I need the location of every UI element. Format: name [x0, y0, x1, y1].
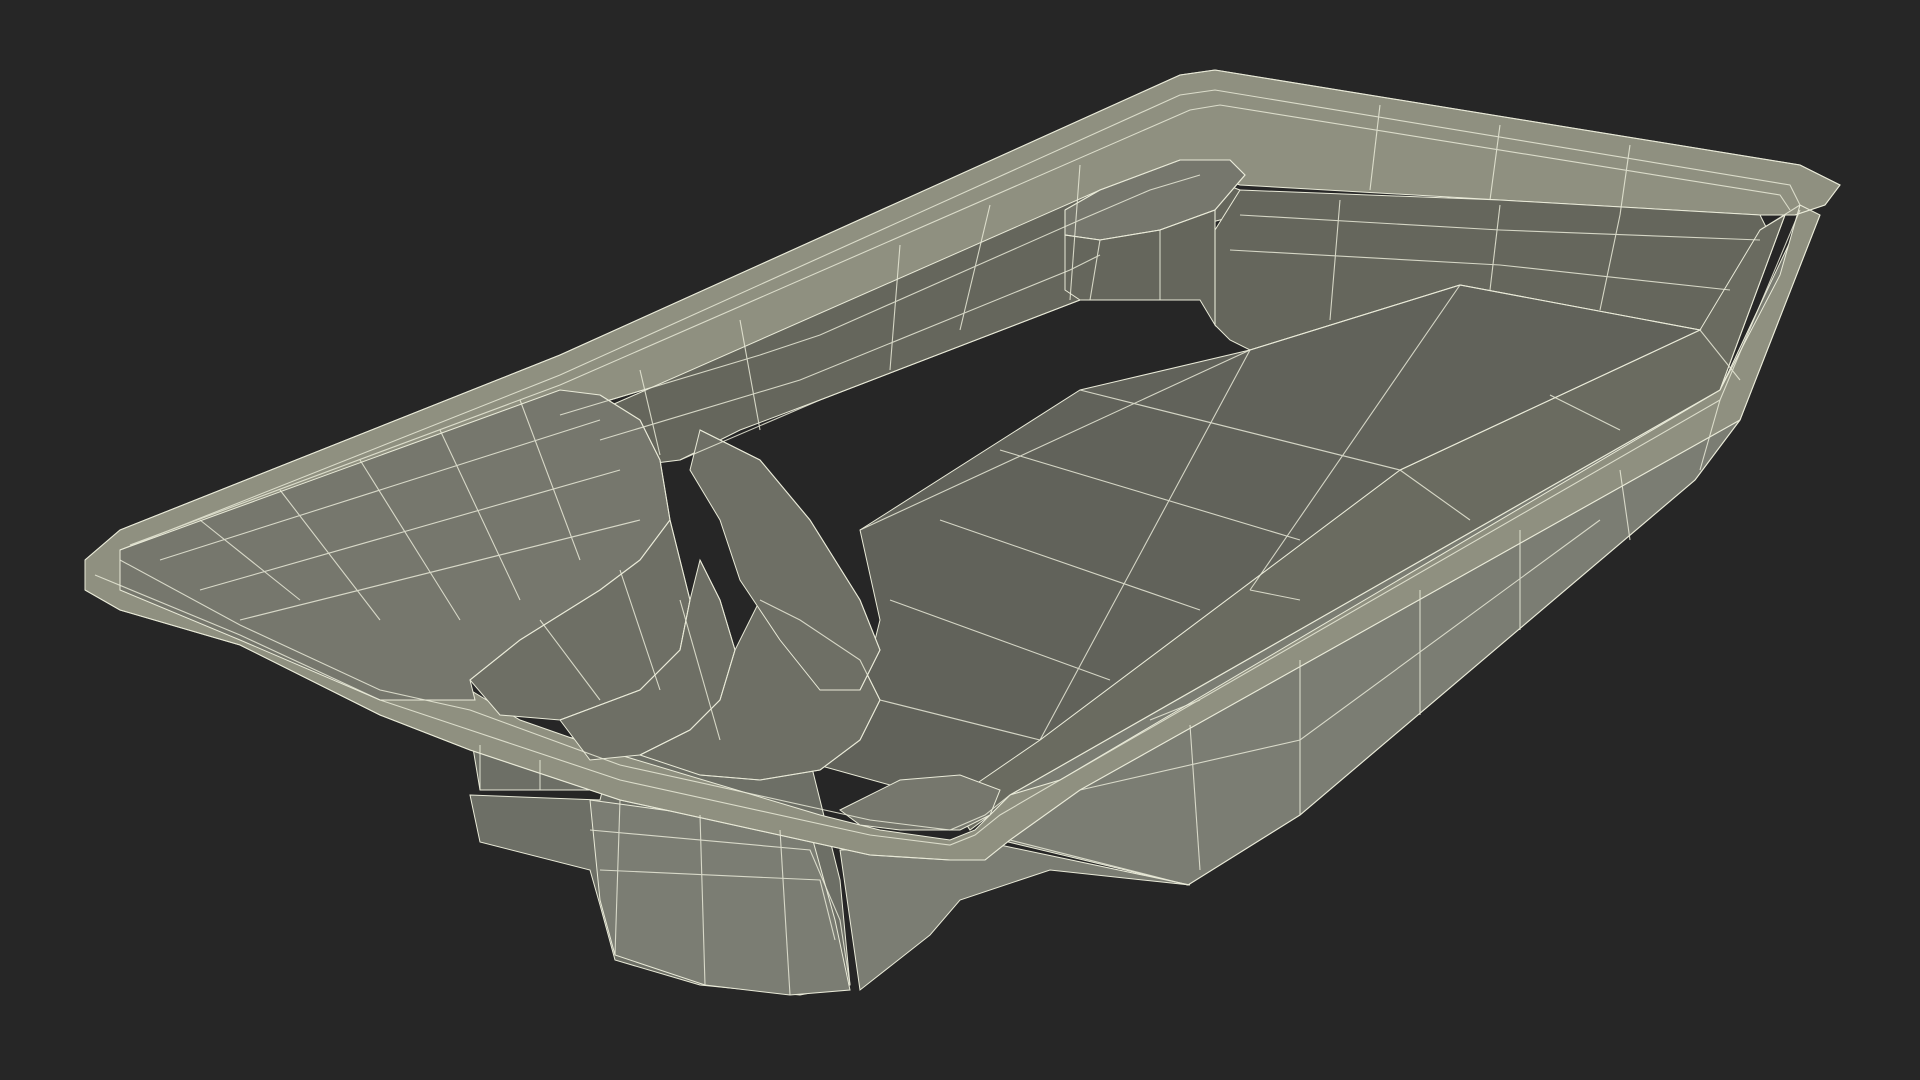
- pool-wireframe-model: [84, 69, 1841, 996]
- render-viewport: [0, 0, 1920, 1080]
- corner-seat: [839, 774, 1001, 831]
